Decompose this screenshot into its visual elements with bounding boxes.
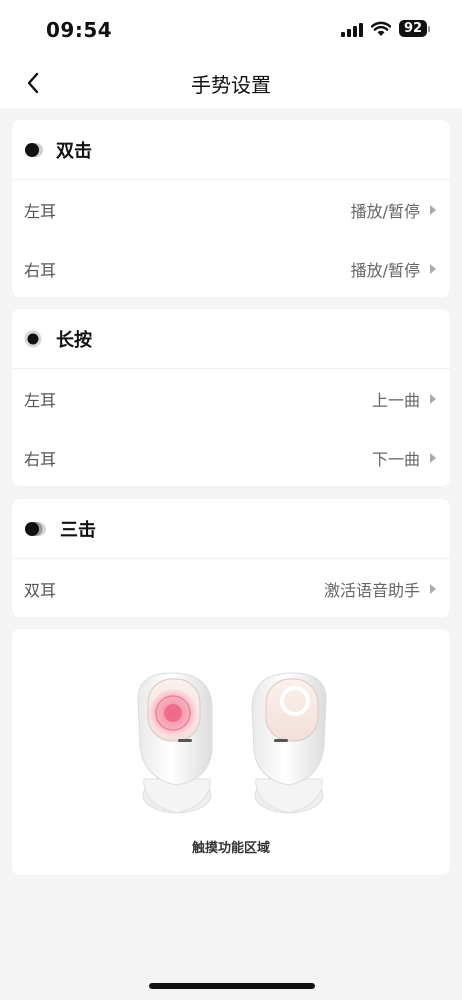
row-label: 双耳 xyxy=(24,580,57,600)
cellular-signal-icon xyxy=(341,21,363,37)
gesture-row-left-ear[interactable]: 左耳 播放/暂停 xyxy=(12,180,450,239)
page-title: 手势设置 xyxy=(191,73,271,97)
card-header: 三击 xyxy=(12,499,450,559)
double-tap-card: 双击 左耳 播放/暂停 右耳 播放/暂停 xyxy=(12,120,450,297)
card-header: 长按 xyxy=(12,309,450,369)
status-bar: 09:54 92 xyxy=(0,0,462,58)
chevron-right-icon xyxy=(430,452,436,463)
row-label: 左耳 xyxy=(24,390,57,410)
row-label: 左耳 xyxy=(24,201,57,221)
row-right: 播放/暂停 xyxy=(351,198,436,222)
gesture-row-left-ear[interactable]: 左耳 上一曲 xyxy=(12,369,450,428)
row-right: 下一曲 xyxy=(372,446,436,470)
status-time: 09:54 xyxy=(46,18,113,42)
row-label: 右耳 xyxy=(24,260,57,280)
earbuds-illustration xyxy=(137,672,327,814)
long-press-card: 长按 左耳 上一曲 右耳 下一曲 xyxy=(12,309,450,486)
nav-bar: 手势设置 xyxy=(0,58,462,108)
left-earbud-icon xyxy=(137,672,213,814)
card-title: 长按 xyxy=(56,329,92,351)
gesture-row-right-ear[interactable]: 右耳 下一曲 xyxy=(12,428,450,487)
gesture-row-right-ear[interactable]: 右耳 播放/暂停 xyxy=(12,239,450,298)
triple-tap-icon xyxy=(25,521,46,536)
triple-tap-card: 三击 双耳 激活语音助手 xyxy=(12,499,450,617)
chevron-right-icon xyxy=(430,583,436,594)
card-header: 双击 xyxy=(12,120,450,180)
right-earbud-icon xyxy=(251,672,327,814)
status-icons: 92 xyxy=(341,20,430,37)
row-right: 播放/暂停 xyxy=(351,257,436,281)
battery-icon: 92 xyxy=(399,20,430,37)
row-value: 播放/暂停 xyxy=(350,260,420,280)
illustration-caption: 触摸功能区域 xyxy=(191,841,270,856)
long-press-icon xyxy=(24,330,42,347)
gesture-row-both-ears[interactable]: 双耳 激活语音助手 xyxy=(12,559,450,618)
row-value: 播放/暂停 xyxy=(350,201,420,221)
chevron-right-icon xyxy=(430,393,436,404)
chevron-right-icon xyxy=(430,263,436,274)
row-right: 激活语音助手 xyxy=(324,577,436,601)
row-value: 激活语音助手 xyxy=(323,580,420,600)
battery-level: 92 xyxy=(399,20,427,37)
chevron-right-icon xyxy=(430,204,436,215)
row-value: 下一曲 xyxy=(371,449,420,469)
row-value: 上一曲 xyxy=(371,390,420,410)
double-tap-icon xyxy=(25,142,43,157)
wifi-icon xyxy=(371,21,391,36)
row-label: 右耳 xyxy=(24,449,57,469)
card-title: 双击 xyxy=(56,140,92,162)
row-right: 上一曲 xyxy=(372,387,436,411)
card-title: 三击 xyxy=(60,519,96,541)
touch-area-illustration-card: 触摸功能区域 xyxy=(12,629,450,875)
home-indicator[interactable] xyxy=(149,983,315,989)
